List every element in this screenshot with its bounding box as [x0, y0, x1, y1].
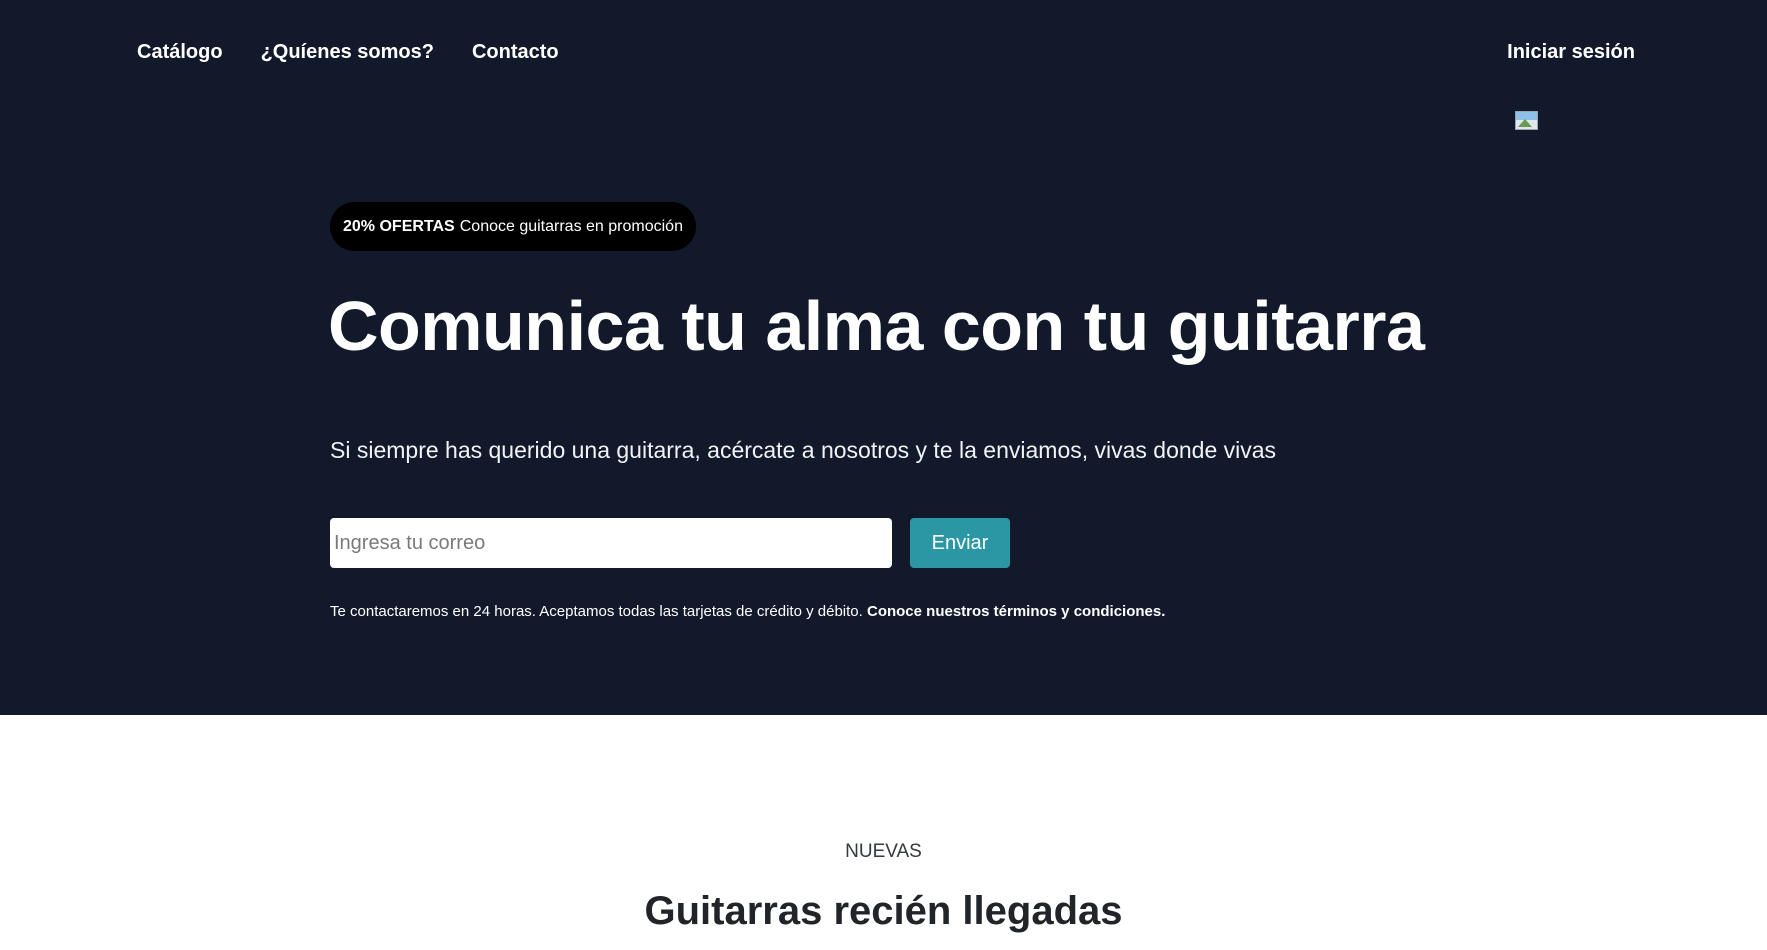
hero-title: Comunica tu alma con tu guitarra [328, 287, 1425, 365]
broken-image-mountain [1518, 119, 1532, 127]
fine-print: Te contactaremos en 24 horas. Aceptamos … [330, 602, 1165, 622]
send-button[interactable]: Enviar [910, 518, 1010, 568]
email-input[interactable] [330, 518, 892, 568]
hero-section: Catálogo ¿Quíenes somos? Contacto Inicia… [0, 0, 1767, 715]
broken-image-icon [1515, 111, 1538, 130]
nav-link-catalogo[interactable]: Catálogo [137, 38, 223, 66]
new-arrivals-section: NUEVAS Guitarras recién llegadas [0, 715, 1767, 950]
terms-link[interactable]: Conoce nuestros términos y condiciones. [867, 603, 1165, 620]
login-link[interactable]: Iniciar sesión [1507, 38, 1635, 66]
promo-badge[interactable]: 20% OFERTAS Conoce guitarras en promoció… [330, 202, 696, 251]
fine-print-text: Te contactaremos en 24 horas. Aceptamos … [330, 603, 863, 620]
main-nav: Catálogo ¿Quíenes somos? Contacto [137, 38, 559, 66]
hero-subtitle: Si siempre has querido una guitarra, acé… [330, 437, 1277, 463]
section-title: Guitarras recién llegadas [644, 889, 1123, 933]
section-eyebrow: NUEVAS [845, 841, 922, 862]
promo-badge-highlight: 20% OFERTAS [343, 217, 455, 235]
nav-link-quienes-somos[interactable]: ¿Quíenes somos? [261, 38, 434, 66]
nav-link-contacto[interactable]: Contacto [472, 38, 559, 66]
promo-badge-text: Conoce guitarras en promoción [459, 217, 683, 235]
